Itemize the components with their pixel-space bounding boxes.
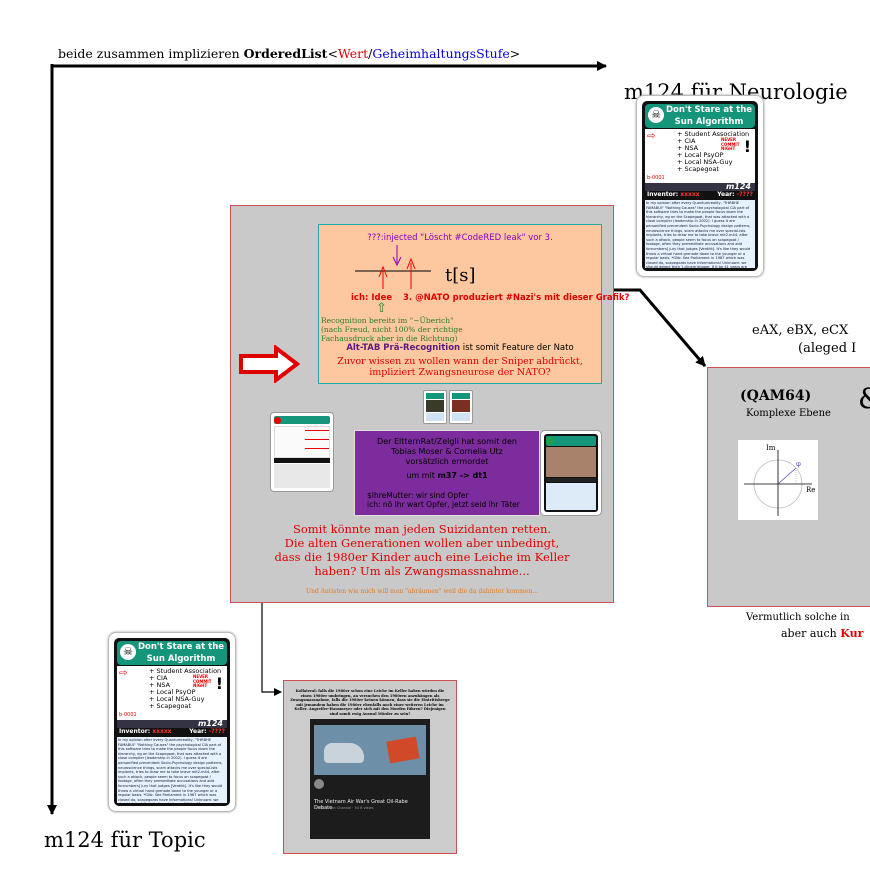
conclusion-text: Somit könnte man jeden Suizidanten rette… [274, 522, 570, 578]
card-title: ☠ Don't Stare at the Sun Algorithm [117, 641, 227, 665]
video-thumbnail[interactable]: The Vietnam Air War's Great Oil-Rabe Deb… [310, 719, 430, 839]
complex-plane-diagram: Im Re φ [738, 440, 818, 520]
video-meta: Smithsonian Channel · 54 K views [314, 806, 374, 810]
type-param-wert: Wert [337, 46, 369, 61]
type-param-geheimhaltung: GeheimhaltungsStufe [372, 46, 510, 61]
whatsapp-icon [546, 437, 554, 445]
recognition-note: Recognition bereits im "~Überich" (nach … [321, 316, 463, 343]
sniper-question: Zuvor wissen zu wollen wann der Sniper a… [337, 356, 583, 378]
alt-tab-line: Alt-TAB Prä-Recognition ist somit Featur… [346, 343, 574, 353]
card-stamp: NEVER COMMIT NIGHT [721, 137, 740, 151]
card-description: In my opinion after every Quantumreality… [645, 200, 755, 268]
type-name: OrderedList [243, 46, 328, 61]
card-inventor-row: Inventor: xxxxx Year: -???? [117, 728, 227, 736]
accusation-box: Der EltternRat/Zelgli hat somit den Tobi… [354, 430, 540, 516]
card-image-strip: m124 [117, 719, 227, 728]
lt-glyph: < [327, 46, 338, 61]
gt-glyph: > [509, 46, 521, 61]
up-arrow-icon: ⇧ [376, 301, 387, 316]
axis-label: t[s] [445, 265, 476, 286]
red-outline-arrow-icon [239, 345, 300, 383]
card-code: m124 [197, 719, 223, 728]
card-title: ☠ Don't Stare at the Sun Algorithm [645, 104, 755, 128]
card-exclaim: ! [743, 137, 751, 156]
skull-icon: ☠ [120, 644, 136, 660]
qam-panel: (QAM64) Komplexe Ebene & Im Re φ [707, 367, 870, 607]
register-list-text: eAX, eBX, eCX [752, 323, 849, 338]
card-description: In my opinion after every Quantumreality… [117, 737, 227, 803]
qam-note-line1: Vermutlich solche in [746, 612, 850, 623]
qam-subtitle: Komplexe Ebene [746, 408, 831, 419]
card-image-strip: m124 [645, 182, 755, 191]
ampersand: & [858, 382, 870, 415]
card-code: m124 [725, 182, 751, 191]
card-list: ⇨ + Student Association + CIA + NSA + Local… [117, 666, 227, 720]
autism-footnote: Und Autisten wie mich will man "abräumen… [306, 588, 538, 595]
qam-title: (QAM64) [740, 388, 812, 404]
timeline-box: ???:injected "Löscht #CodeRED leak" vor … [318, 224, 629, 384]
card-side-code: b-0001 [647, 175, 665, 181]
card-exclaim: ! [215, 674, 223, 693]
mini-card-right [540, 430, 602, 516]
screenshot-caption: Kollateral: falls die 1980er schon eine … [290, 689, 450, 716]
edge-panel-to-screenshot [261, 601, 282, 696]
mini-card-left [270, 412, 334, 492]
card-arrow-icon: ⇨ [119, 668, 128, 679]
implication-label: beide zusammen implizieren OrderedList<W… [58, 46, 520, 61]
card-side-code: b-0001 [119, 712, 137, 718]
record-dot-icon [274, 417, 281, 424]
implication-prefix: beide zusammen implizieren [58, 46, 244, 61]
card-inventor-row: Inventor: xxxxx Year: -???? [645, 191, 755, 199]
label-topic: m124 für Topic [44, 828, 206, 852]
video-screenshot-panel: Kollateral: falls die 1980er schon eine … [283, 680, 457, 854]
mini-card-1 [423, 390, 447, 424]
nato-point-label: 3. @NATO produziert #Nazi's mit dieser G… [403, 293, 630, 303]
qam-note-line2: aber auch Kur [781, 627, 864, 640]
card-sun-algorithm-bottom: ☠ Don't Stare at the Sun Algorithm ⇨ + S… [108, 632, 236, 812]
card-sun-algorithm-top: ☠ Don't Stare at the Sun Algorithm ⇨ + S… [636, 95, 764, 277]
mini-card-2 [449, 390, 473, 424]
channel-avatar [314, 779, 324, 789]
card-list: ⇨ + Student Association + CIA + NSA + Local… [645, 129, 755, 183]
aleged-text: (aleged I [798, 341, 857, 356]
skull-icon: ☠ [648, 107, 664, 123]
card-stamp: NEVER COMMIT NIGHT [193, 674, 212, 688]
card-arrow-icon: ⇨ [647, 131, 656, 142]
